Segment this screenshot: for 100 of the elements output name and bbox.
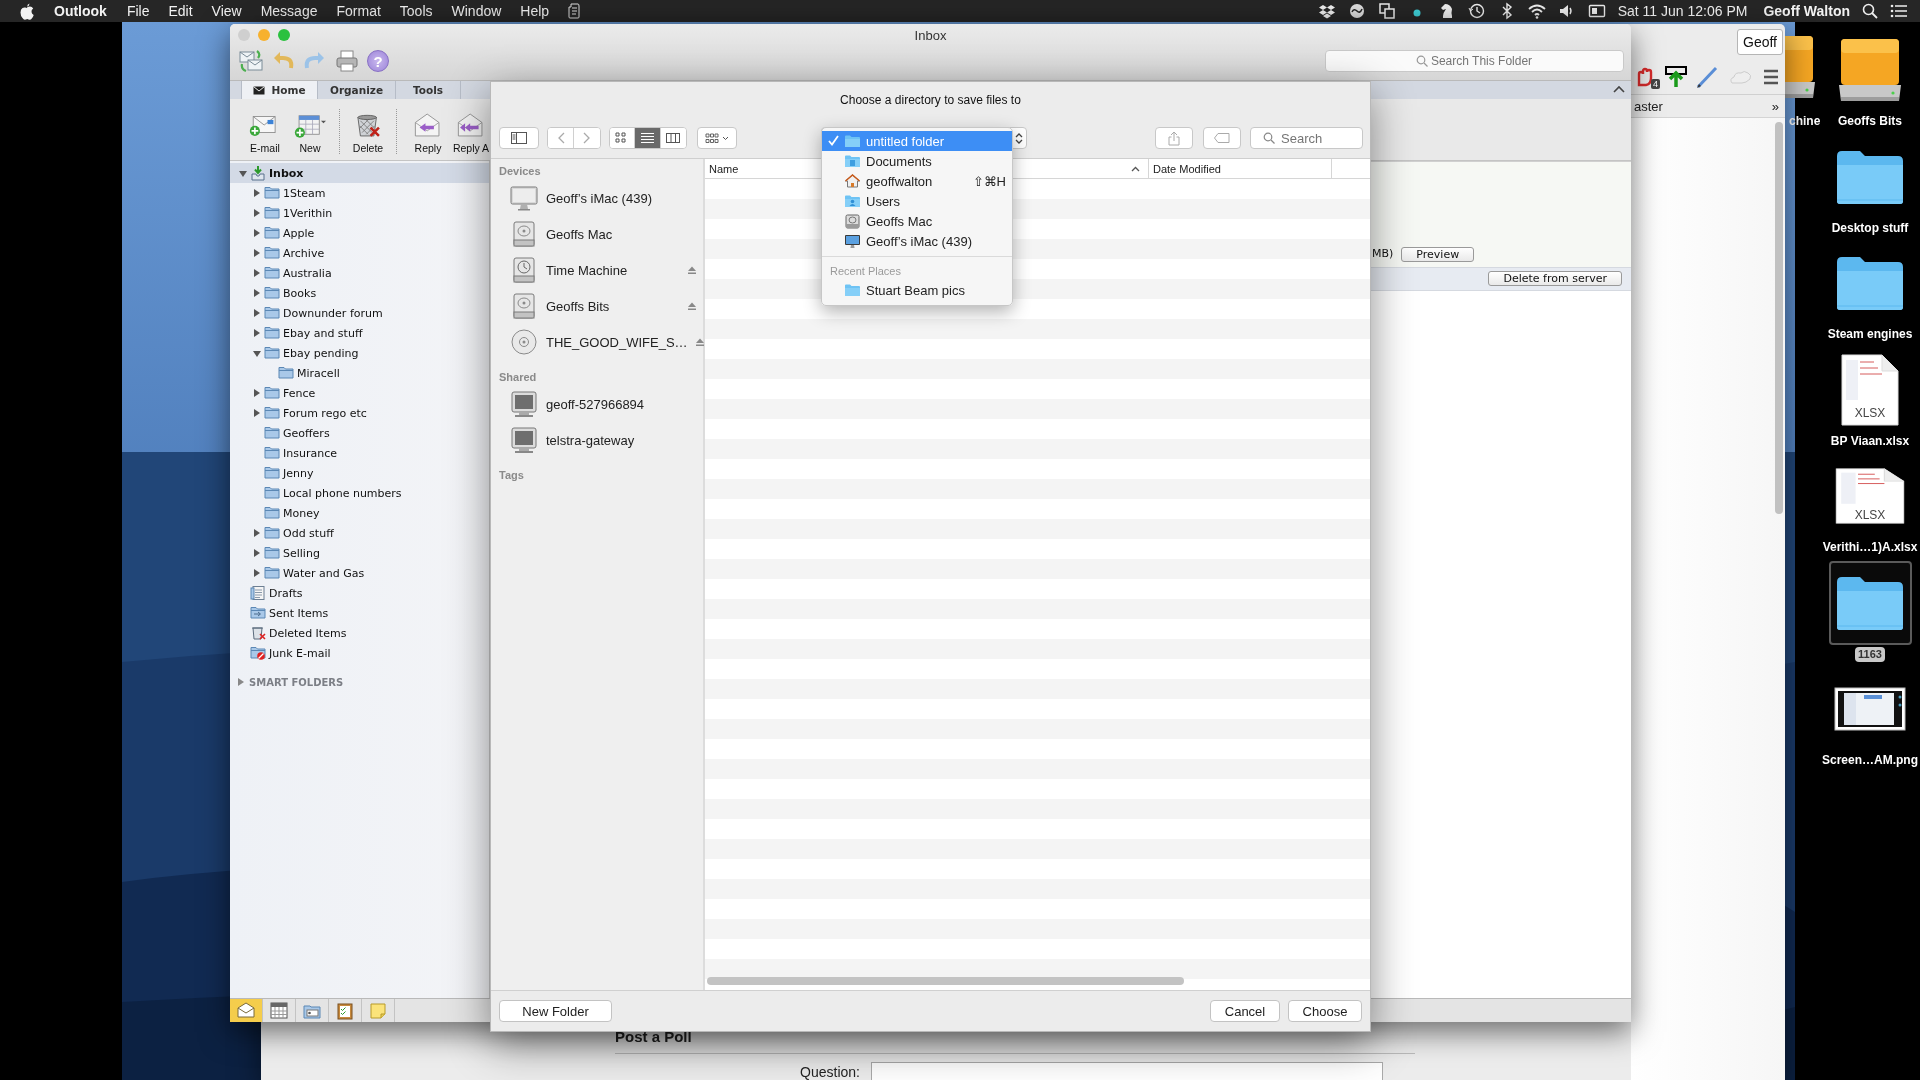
disclosure-triangle-icon[interactable] <box>252 548 262 558</box>
collapse-ribbon-icon[interactable] <box>1613 84 1625 94</box>
folder-item[interactable]: Jenny <box>230 463 489 483</box>
disclosure-triangle-icon[interactable] <box>252 188 262 198</box>
app-menu[interactable]: Outlook <box>54 3 107 19</box>
delete-from-server-button[interactable]: Delete from server <box>1488 271 1622 286</box>
menu-item[interactable]: Tools <box>399 3 433 19</box>
folder-item[interactable]: Inbox <box>230 163 489 183</box>
menu-item[interactable]: Format <box>336 3 381 19</box>
bookmark-link[interactable]: aster <box>1634 98 1663 114</box>
disclosure-triangle-icon[interactable] <box>237 677 245 687</box>
sidebar-toggle-button[interactable] <box>499 127 539 149</box>
script-icon[interactable] <box>568 3 581 19</box>
view-switcher[interactable] <box>609 127 687 149</box>
disclosure-triangle-icon[interactable] <box>252 228 262 238</box>
folder-item[interactable]: Insurance <box>230 443 489 463</box>
choose-button[interactable]: Choose <box>1288 1000 1362 1022</box>
menu-item[interactable]: Message <box>260 3 318 19</box>
folder-item[interactable]: Local phone numbers <box>230 483 489 503</box>
folder-item[interactable]: 1Verithin <box>230 203 489 223</box>
folder-item[interactable]: Apple <box>230 223 489 243</box>
reply-all-button[interactable]: Reply A <box>452 103 490 160</box>
wifi-icon[interactable] <box>1527 2 1546 20</box>
menu-item[interactable]: View <box>211 3 242 19</box>
sidebar-item[interactable]: Geoff’s iMac (439) <box>491 180 703 216</box>
disclosure-triangle-icon[interactable] <box>252 528 262 538</box>
spreadsheet-file-icon[interactable]: XLSX <box>1834 468 1906 524</box>
sidebar-item[interactable]: Geoffs Bits <box>491 288 703 324</box>
disclosure-triangle-icon[interactable] <box>252 348 262 358</box>
section-header[interactable]: SMART FOLDERS <box>230 672 489 692</box>
disclosure-triangle-icon[interactable] <box>252 248 262 258</box>
menu-item[interactable]: geoffwalton ⇧⌘H <box>822 171 1012 191</box>
folder-item[interactable]: 1Steam <box>230 183 489 203</box>
preview-button[interactable]: Preview <box>1401 247 1475 262</box>
sidebar-item[interactable]: THE_GOOD_WIFE_S… <box>491 324 703 360</box>
menu-item[interactable]: File <box>126 3 150 19</box>
disclosure-triangle-icon[interactable] <box>252 288 262 298</box>
screenshot-thumbnail-icon[interactable] <box>1834 687 1906 731</box>
envelope-button[interactable] <box>230 999 263 1022</box>
print-icon[interactable] <box>335 49 359 73</box>
profile-button[interactable]: Geoff <box>1737 29 1783 55</box>
eject-icon[interactable] <box>687 265 697 275</box>
folder-item[interactable]: Selling <box>230 543 489 563</box>
search-field[interactable]: Search This Folder <box>1325 50 1624 72</box>
folder-item[interactable]: Ebay pending <box>230 343 489 363</box>
folder-item[interactable]: Ebay and stuff <box>230 323 489 343</box>
disclosure-triangle-icon[interactable] <box>238 168 248 178</box>
folder-item[interactable]: Deleted Items <box>230 623 489 643</box>
menu-item[interactable]: Help <box>520 3 550 19</box>
eject-icon[interactable] <box>687 301 697 311</box>
menu-item[interactable]: Documents <box>822 151 1012 171</box>
apple-icon[interactable] <box>20 2 34 20</box>
list-icon[interactable] <box>1890 3 1908 19</box>
folder-item[interactable]: Forum rego etc <box>230 403 489 423</box>
arrange-button[interactable] <box>697 127 737 149</box>
display-icon[interactable] <box>1587 2 1606 20</box>
menu-item[interactable]: Users <box>822 191 1012 211</box>
sidebar-item[interactable]: Geoffs Mac <box>491 216 703 252</box>
list-view-button[interactable] <box>635 128 661 148</box>
sidebar-item[interactable]: geoff-527966894 <box>491 386 703 422</box>
folder-item[interactable]: Sent Items <box>230 603 489 623</box>
user-menu[interactable]: Geoff Walton <box>1763 3 1850 19</box>
menu-item[interactable]: Edit <box>168 3 193 19</box>
scrollbar[interactable] <box>707 977 1184 985</box>
menu-item[interactable]: Geoffs Mac <box>822 211 1012 231</box>
menu-item[interactable]: Geoff’s iMac (439) <box>822 231 1012 251</box>
column-header[interactable]: Date Modified <box>1149 159 1332 178</box>
folder-item[interactable]: Odd stuff <box>230 523 489 543</box>
cloud-icon[interactable] <box>1347 2 1366 20</box>
folder-item[interactable]: Archive <box>230 243 489 263</box>
folder-item[interactable]: Money <box>230 503 489 523</box>
search-field[interactable]: Search <box>1250 127 1363 149</box>
new-email-button[interactable]: E-mail <box>245 103 285 160</box>
send-receive-icon[interactable] <box>239 49 263 73</box>
menu-clock[interactable]: Sat 11 Jun 12:06 PM <box>1617 3 1748 19</box>
sidebar-item[interactable]: telstra-gateway <box>491 422 703 458</box>
search-icon[interactable] <box>1862 3 1878 19</box>
cancel-button[interactable]: Cancel <box>1210 1000 1280 1022</box>
eject-icon[interactable] <box>694 337 705 347</box>
menu-item[interactable]: Window <box>451 3 502 19</box>
disclosure-triangle-icon[interactable] <box>252 328 262 338</box>
folder-item[interactable]: Junk E-mail <box>230 643 489 663</box>
folder-icon[interactable] <box>1835 254 1905 312</box>
folder-item[interactable]: Geoffers <box>230 423 489 443</box>
sidebar-item[interactable]: Time Machine <box>491 252 703 288</box>
ribbon-tab[interactable]: Home <box>241 81 318 99</box>
folder-item[interactable]: Water and Gas <box>230 563 489 583</box>
spreadsheet-file-icon[interactable]: XLSX <box>1840 353 1900 426</box>
folder-item[interactable]: Drafts <box>230 583 489 603</box>
folder-item[interactable]: Australia <box>230 263 489 283</box>
windows-icon[interactable] <box>1377 2 1396 20</box>
disclosure-triangle-icon[interactable] <box>252 568 262 578</box>
menu-item[interactable]: Stuart Beam pics <box>822 280 1012 300</box>
delete-button[interactable]: Delete <box>350 103 386 160</box>
disclosure-triangle-icon[interactable] <box>252 388 262 398</box>
disclosure-triangle-icon[interactable] <box>252 408 262 418</box>
question-field[interactable] <box>871 1062 1383 1080</box>
folder-item[interactable]: Downunder forum <box>230 303 489 323</box>
icon-view-button[interactable] <box>610 128 636 148</box>
new-folder-button[interactable]: New Folder <box>499 1000 612 1022</box>
